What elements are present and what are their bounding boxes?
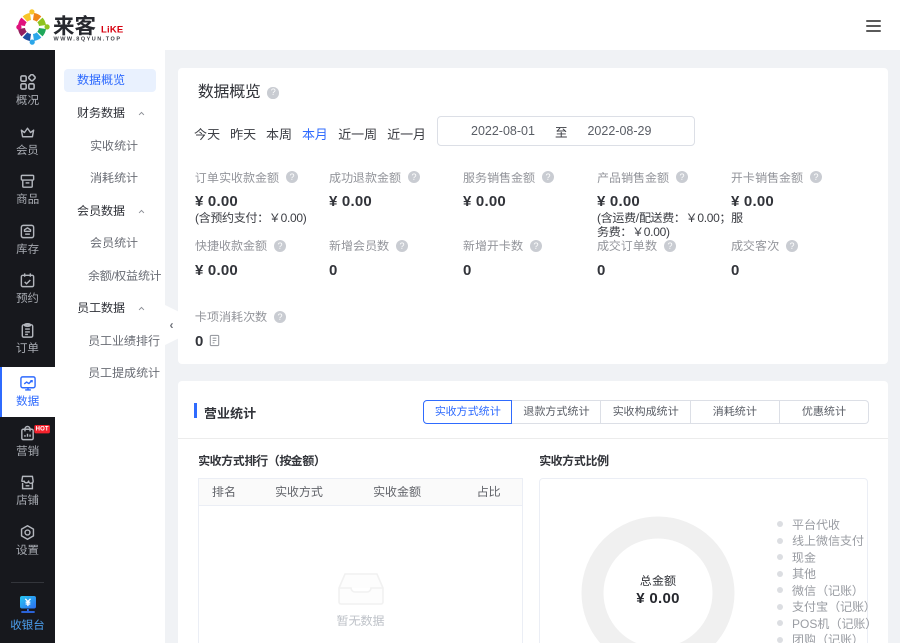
svg-text:LiKE: LiKE [101, 25, 123, 36]
svg-text:WWW.8QYUN.TOP: WWW.8QYUN.TOP [54, 36, 122, 42]
